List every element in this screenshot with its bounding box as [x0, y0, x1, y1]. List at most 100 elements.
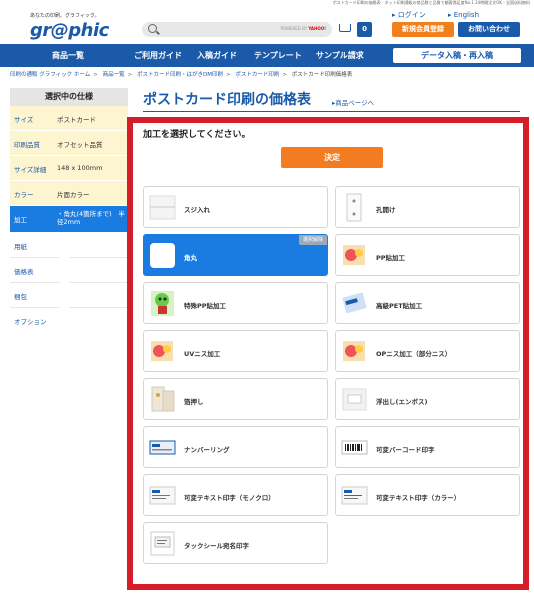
spec-size-detail[interactable]: サイズ詳細 148 x 100mm — [10, 156, 128, 181]
processing-selection-panel: 加工を選択してください。 決定 スジ入れ 孔開け角丸 選択解除 PP貼加工特殊PP貼加… — [127, 117, 529, 590]
option-card-crease[interactable]: スジ入れ — [143, 186, 328, 228]
spec-value: 148 x 100mm — [57, 164, 103, 172]
option-card-pet-laminate[interactable]: 高級PET貼加工 — [335, 282, 520, 324]
option-label: 可変テキスト印字（カラー） — [376, 494, 461, 502]
option-card-pp-laminate[interactable]: PP貼加工 — [335, 234, 520, 276]
step-label: オプション — [14, 318, 47, 326]
option-card-emboss[interactable]: 浮出し(エンボス) — [335, 378, 520, 420]
data-upload-button[interactable]: データ入稿・再入稿 — [393, 48, 521, 63]
spec-key: 印刷品質 — [14, 141, 40, 149]
nav-usage-guide[interactable]: ご利用ガイド — [134, 44, 182, 67]
spec-value: オフセット品質 — [57, 141, 103, 149]
op-varnish-icon — [341, 337, 368, 366]
title-divider — [143, 111, 520, 112]
option-label: 角丸 — [184, 254, 197, 262]
sidebar-title: 選択中の仕様 — [10, 88, 128, 106]
option-card-hole-punch[interactable]: 孔開け — [335, 186, 520, 228]
spec-key: 加工 — [14, 216, 27, 224]
spec-processing[interactable]: 加工 ・角丸(4箇所まで) 半径2mm — [10, 206, 128, 233]
option-label: 可変テキスト印字（モノクロ） — [184, 494, 275, 502]
rounded-corner-icon — [149, 241, 176, 270]
cart-icon — [339, 24, 351, 32]
site-logo[interactable]: gr@phic — [30, 20, 109, 41]
step-label: 価格表 — [14, 268, 34, 276]
option-card-numbering[interactable]: ナンバーリング — [143, 426, 328, 468]
deselect-badge[interactable]: 選択解除 — [298, 235, 327, 245]
nav-templates[interactable]: テンプレート — [254, 44, 302, 67]
tagline: あなたの印刷、グラフィック。 — [30, 13, 100, 19]
barcode-icon — [341, 433, 368, 462]
contact-button[interactable]: お問い合わせ — [458, 22, 520, 37]
breadcrumb-postcard-dm[interactable]: ポストカード印刷・はがきDM印刷 — [137, 72, 223, 78]
option-card-variable-text-mono[interactable]: 可変テキスト印字（モノクロ） — [143, 474, 328, 516]
breadcrumb-current: ポストカード印刷価格表 — [291, 72, 353, 78]
address-label-icon — [149, 529, 176, 558]
cart-button[interactable] — [339, 23, 354, 35]
pet-laminate-icon — [341, 289, 368, 318]
breadcrumb-products[interactable]: 商品一覧 — [103, 72, 125, 78]
spec-size[interactable]: サイズ ポストカード — [10, 106, 128, 131]
step-paper[interactable]: 用紙 — [10, 233, 128, 258]
option-label: 箔押し — [184, 398, 204, 406]
option-card-address-label[interactable]: タックシール宛名印字 — [143, 522, 328, 564]
option-label: 可変バーコード印字 — [376, 446, 435, 454]
pp-laminate-icon — [341, 241, 368, 270]
search-icon[interactable] — [148, 24, 157, 33]
option-card-variable-text-color[interactable]: 可変テキスト印字（カラー） — [335, 474, 520, 516]
nav-sample-request[interactable]: サンプル請求 — [316, 44, 364, 67]
option-label: タックシール宛名印字 — [184, 542, 249, 550]
option-card-variable-barcode[interactable]: 可変バーコード印字 — [335, 426, 520, 468]
option-label: PP貼加工 — [376, 254, 406, 262]
emboss-icon — [341, 385, 368, 414]
option-label: ナンバーリング — [184, 446, 230, 454]
option-label: 高級PET貼加工 — [376, 302, 423, 310]
option-card-uv-varnish[interactable]: UVニス加工 — [143, 330, 328, 372]
option-card-foil-stamp[interactable]: 箔押し — [143, 378, 328, 420]
option-label: 浮出し(エンボス) — [376, 398, 428, 406]
uv-varnish-icon — [149, 337, 176, 366]
spec-value: ポストカード — [57, 116, 96, 124]
register-button[interactable]: 新規会員登録 — [392, 22, 454, 37]
hole-punch-icon — [341, 193, 368, 222]
search-powered-label: POWERED BY YAHOO! — [280, 26, 326, 31]
cart-count-badge[interactable]: 0 — [357, 22, 372, 37]
variable-text-color-icon — [341, 481, 368, 510]
option-label: 特殊PP貼加工 — [184, 302, 227, 310]
spec-print-quality[interactable]: 印刷品質 オフセット品質 — [10, 131, 128, 156]
login-link[interactable]: ▸ ログイン — [392, 11, 436, 19]
step-label: 梱包 — [14, 293, 27, 301]
page-title: ポストカード印刷の価格表 — [143, 92, 311, 108]
step-options[interactable]: オプション — [10, 308, 128, 332]
search-input[interactable]: POWERED BY YAHOO! — [142, 22, 332, 37]
breadcrumb-postcard[interactable]: ポストカード印刷 — [235, 72, 279, 78]
step-price-table[interactable]: 価格表 — [10, 258, 128, 283]
top-links: ▸ ログイン ▸ English — [392, 10, 499, 20]
option-label: OPニス加工（部分ニス） — [376, 350, 452, 358]
breadcrumb: 印刷の通販 グラフィック ホーム > 商品一覧 > ポストカード印刷・はがきDM印刷… — [10, 72, 353, 78]
spec-color[interactable]: カラー 片面カラー — [10, 181, 128, 206]
english-link[interactable]: ▸ English — [448, 11, 489, 19]
special-pp-icon — [149, 289, 176, 318]
product-page-link[interactable]: ▸商品ページへ — [332, 97, 374, 107]
variable-text-mono-icon — [149, 481, 176, 510]
nav-submission-guide[interactable]: 入稿ガイド — [197, 44, 237, 67]
nav-products[interactable]: 商品一覧 — [52, 44, 84, 67]
option-card-special-pp[interactable]: 特殊PP貼加工 — [143, 282, 328, 324]
global-nav: 商品一覧 ご利用ガイド 入稿ガイド テンプレート サンプル請求 データ入稿・再入… — [0, 44, 534, 67]
site-header: あなたの印刷、グラフィック。 gr@phic POWERED BY YAHOO!… — [0, 6, 534, 44]
crease-icon — [149, 193, 176, 222]
spec-key: サイズ — [14, 116, 34, 124]
foil-stamp-icon — [149, 385, 176, 414]
breadcrumb-home[interactable]: 印刷の通販 グラフィック ホーム — [10, 72, 90, 78]
spec-value: ・角丸(4箇所まで) 半径2mm — [57, 210, 125, 226]
option-card-op-varnish[interactable]: OPニス加工（部分ニス） — [335, 330, 520, 372]
option-label: 孔開け — [376, 206, 396, 214]
option-card-rounded-corner[interactable]: 角丸 選択解除 — [143, 234, 328, 276]
option-label: スジ入れ — [184, 206, 210, 214]
spec-sidebar: 選択中の仕様 サイズ ポストカード 印刷品質 オフセット品質 サイズ詳細 148… — [10, 88, 128, 332]
decide-button[interactable]: 決定 — [281, 147, 383, 168]
spec-key: サイズ詳細 — [14, 166, 47, 174]
step-packing[interactable]: 梱包 — [10, 283, 128, 308]
numbering-icon — [149, 433, 176, 462]
panel-heading: 加工を選択してください。 — [143, 130, 251, 140]
